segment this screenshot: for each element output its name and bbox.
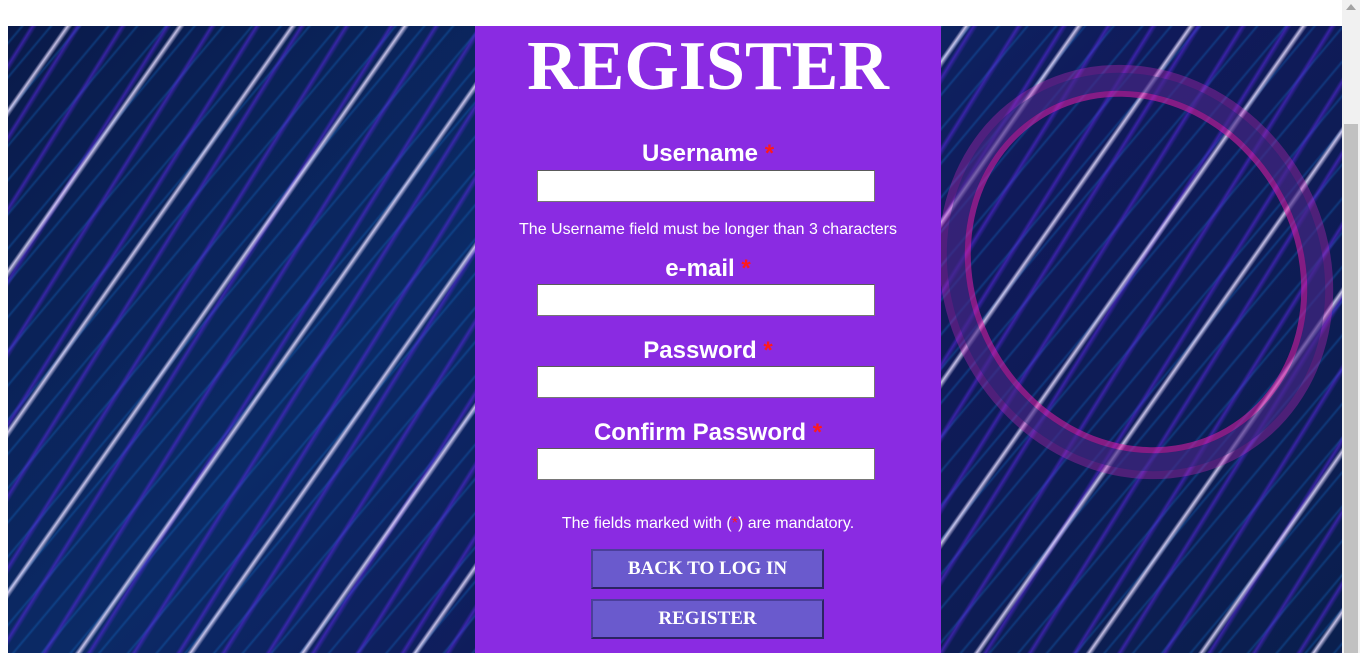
username-input[interactable] bbox=[537, 170, 875, 202]
email-input[interactable] bbox=[537, 284, 875, 316]
page-title: REGISTER bbox=[527, 28, 889, 105]
password-input[interactable] bbox=[537, 366, 875, 398]
required-marker: * bbox=[741, 255, 751, 282]
scrollbar-thumb[interactable] bbox=[1344, 124, 1358, 653]
mandatory-note-suffix: ) are mandatory. bbox=[737, 515, 855, 532]
mandatory-note-prefix: The fields marked with ( bbox=[561, 515, 732, 532]
page: REGISTER Username * The Username field m… bbox=[0, 0, 1360, 653]
register-panel: REGISTER Username * The Username field m… bbox=[475, 26, 941, 653]
back-to-login-button[interactable]: BACK TO LOG IN bbox=[591, 549, 824, 589]
required-marker: * bbox=[812, 419, 823, 446]
username-hint: The Username field must be longer than 3… bbox=[519, 221, 897, 238]
email-label: e-mail * bbox=[475, 255, 941, 283]
vertical-scrollbar[interactable] bbox=[1342, 0, 1360, 653]
username-label-text: Username bbox=[641, 140, 759, 167]
required-marker: * bbox=[763, 337, 773, 364]
username-label: Username * bbox=[475, 140, 941, 168]
password-label-text: Password bbox=[643, 337, 757, 364]
scroll-up-icon[interactable] bbox=[1346, 4, 1356, 10]
password-label: Password * bbox=[475, 337, 941, 365]
required-marker: * bbox=[764, 140, 775, 167]
confirm-password-label: Confirm Password * bbox=[475, 419, 941, 447]
mandatory-note: The fields marked with (*) are mandatory… bbox=[475, 514, 941, 534]
confirm-password-label-text: Confirm Password bbox=[593, 419, 807, 446]
confirm-password-input[interactable] bbox=[537, 448, 875, 480]
register-button[interactable]: REGISTER bbox=[591, 599, 824, 639]
email-label-text: e-mail bbox=[665, 255, 735, 282]
